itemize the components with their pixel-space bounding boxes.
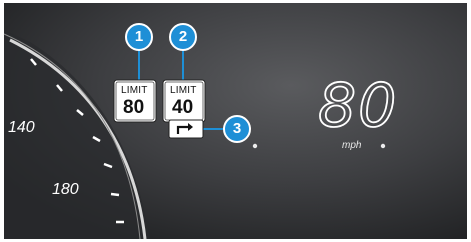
current-speed-unit: mph — [342, 140, 362, 151]
speed-limit-sign-2-value: 40 — [172, 97, 194, 118]
horizon-dot — [252, 143, 258, 149]
speed-limit-sign-2-word: LIMIT — [170, 85, 197, 96]
turn-sign — [168, 119, 204, 139]
speed-limit-sign-1-word: LIMIT — [121, 85, 148, 96]
gauge-tick — [110, 192, 120, 197]
gauge-label-180: 180 — [52, 181, 79, 198]
current-speed-value: 80 — [317, 71, 399, 141]
horizon-dot — [380, 143, 386, 149]
gauge-label-140: 140 — [8, 119, 35, 136]
callout-2-number: 2 — [178, 28, 188, 45]
callout-1-number: 1 — [134, 28, 144, 45]
head-up-display: LIMIT 80 LIMIT 40 80 mph 140 180 1 2 3 — [0, 0, 471, 242]
speed-limit-sign-1-value: 80 — [123, 97, 145, 118]
callout-3-number: 3 — [232, 120, 242, 137]
